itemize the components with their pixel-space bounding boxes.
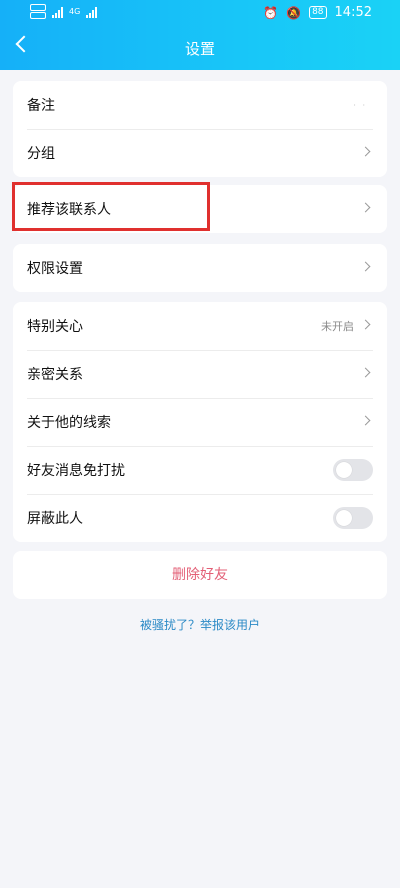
report-user-link[interactable]: 被骚扰了？举报该用户 (0, 616, 400, 633)
row-permission-settings[interactable]: 权限设置 (13, 244, 387, 292)
row-label: 好友消息免打扰 (27, 463, 125, 479)
block-user-toggle[interactable] (333, 507, 373, 529)
mute-icon: 🔕 (286, 5, 302, 20)
row-label: 分组 (27, 146, 55, 162)
settings-card-permission: 权限设置 (13, 244, 387, 292)
row-label: 备注 (27, 98, 55, 114)
row-remark[interactable]: 备注 · · (13, 81, 387, 129)
chevron-right-icon (360, 146, 371, 157)
delete-friend-button[interactable]: 删除好友 (13, 551, 387, 599)
row-special-care[interactable]: 特别关心 未开启 (13, 302, 387, 350)
chevron-right-icon (360, 202, 371, 213)
sim2-icon (30, 12, 46, 19)
do-not-disturb-toggle[interactable] (333, 459, 373, 481)
row-intimate-relation[interactable]: 亲密关系 (13, 350, 387, 398)
network-type: 4G (69, 7, 81, 16)
settings-card-recommend: 推荐该联系人 (13, 185, 387, 233)
toggle-knob (336, 510, 352, 526)
row-label: 特别关心 (27, 319, 83, 335)
signal-icon (52, 6, 63, 18)
alarm-icon: ⏰ (263, 5, 279, 20)
remark-value: · · (353, 101, 367, 110)
chevron-right-icon (360, 319, 371, 330)
row-label: 推荐该联系人 (27, 202, 111, 218)
header-bar: 4G ⏰ 🔕 88 14:52 设置 (0, 0, 400, 70)
status-bar: 4G ⏰ 🔕 88 14:52 (0, 0, 400, 28)
row-label: 关于他的线索 (27, 415, 111, 431)
battery-icon: 88 (309, 6, 327, 19)
row-group[interactable]: 分组 (13, 129, 387, 177)
row-value: 未开启 (321, 320, 354, 333)
row-recommend-contact[interactable]: 推荐该联系人 (13, 185, 387, 233)
chevron-right-icon (360, 261, 371, 272)
clock: 14:52 (334, 5, 372, 20)
row-label: 权限设置 (27, 261, 83, 277)
row-do-not-disturb: 好友消息免打扰 (13, 446, 387, 494)
row-label: 屏蔽此人 (27, 511, 83, 527)
chevron-right-icon (360, 415, 371, 426)
row-clues[interactable]: 关于他的线索 (13, 398, 387, 446)
row-block-user: 屏蔽此人 (13, 494, 387, 542)
chevron-right-icon (360, 367, 371, 378)
settings-card-relations: 特别关心 未开启 亲密关系 关于他的线索 好友消息免打扰 屏蔽此人 (13, 302, 387, 542)
signal-icon-2 (86, 6, 98, 18)
row-label: 亲密关系 (27, 367, 83, 383)
page-title: 设置 (184, 40, 215, 58)
settings-card-basic: 备注 · · 分组 (13, 81, 387, 177)
sim1-icon (30, 4, 46, 11)
sim-indicators (30, 4, 46, 19)
toggle-knob (336, 462, 352, 478)
